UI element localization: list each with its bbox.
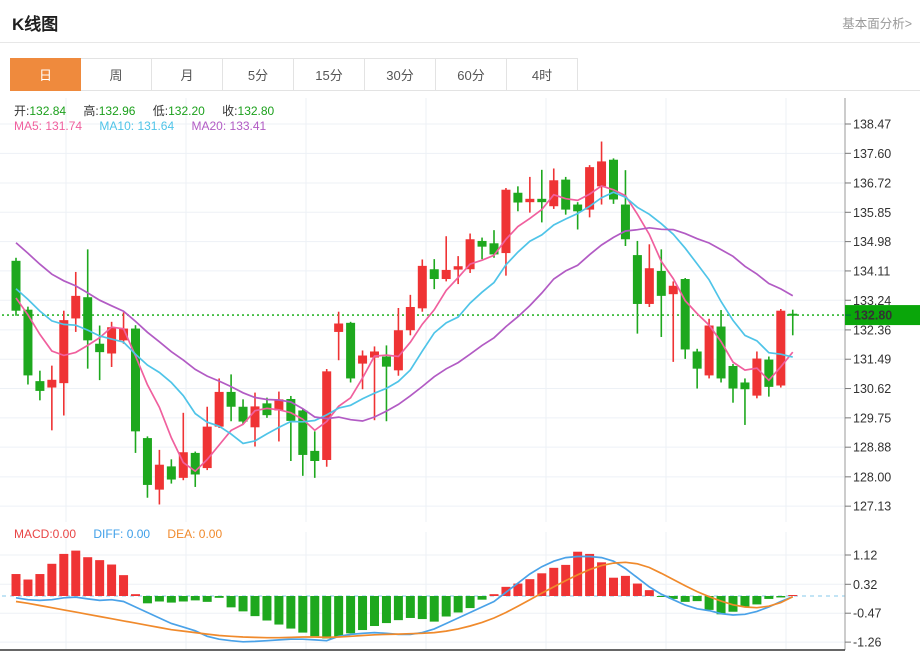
axis-tick-label: 132.36 [853, 323, 891, 337]
tab-30min[interactable]: 30分 [365, 58, 436, 91]
kline-chart[interactable]: 138.47137.60136.72135.85134.98134.11133.… [0, 96, 920, 656]
page-title: K线图 [12, 15, 59, 34]
axis-tick-label: 136.72 [853, 176, 891, 190]
tab-15min[interactable]: 15分 [294, 58, 365, 91]
dea-line [15, 561, 794, 639]
axis-tick-label: 137.60 [853, 147, 891, 161]
candles-layer [11, 141, 798, 505]
tab-60min[interactable]: 60分 [436, 58, 507, 91]
axis-tick-label: 128.88 [853, 441, 891, 455]
tab-week[interactable]: 周 [81, 58, 152, 91]
tab-5min[interactable]: 5分 [223, 58, 294, 91]
axis-tick-label: 127.13 [853, 500, 891, 514]
axis-tick-label: 0.32 [853, 578, 877, 592]
axis-tick-label: 130.62 [853, 382, 891, 396]
kline-app: K线图 基本面分析> 日周月 5分 15分 30分 60分 4时 138.47 137.60… [0, 0, 920, 656]
fundamental-analysis-link[interactable]: 基本面分析> [842, 13, 912, 32]
tab-day[interactable]: 日 [10, 58, 81, 91]
axis-tick-label: 128.00 [853, 470, 891, 484]
tabs-baseline [578, 90, 920, 91]
last-price-badge-text: 132.80 [854, 309, 892, 323]
axis-tick-label: 138.47 [853, 118, 891, 132]
header-divider [0, 42, 920, 43]
axis-tick-label: -1.26 [853, 636, 882, 650]
period-tabs: 日周月 5分 15分 30分 60分 4时 [10, 58, 578, 91]
axis-tick-label: 134.11 [853, 264, 890, 278]
axis-tick-label: 135.85 [853, 206, 891, 220]
axis-tick-label: -0.47 [853, 607, 882, 621]
diff-line [15, 555, 794, 643]
axis-tick-label: 129.75 [853, 411, 891, 425]
axis-tick-label: 1.12 [853, 549, 877, 563]
tab-month[interactable]: 月 [152, 58, 223, 91]
axis-tick-label: 134.98 [853, 235, 891, 249]
tab-4hour[interactable]: 4时 [507, 58, 578, 91]
axis-tick-label: 131.49 [853, 353, 891, 367]
